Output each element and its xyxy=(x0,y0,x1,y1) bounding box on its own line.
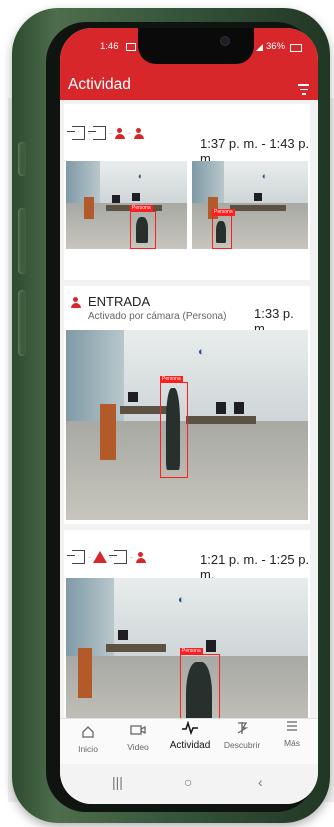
nav-mas[interactable]: Más xyxy=(266,719,318,748)
separator-icon: - xyxy=(88,128,91,138)
bottom-nav: Inicio Video Actividad Descubrir Más xyxy=(60,718,318,765)
home-button[interactable]: ○ xyxy=(184,774,192,790)
event-title: ENTRADA xyxy=(88,294,151,309)
entry-icon xyxy=(109,550,127,564)
page-title: Actividad xyxy=(68,76,131,93)
monitor xyxy=(132,193,140,201)
detection-box: Persona xyxy=(160,376,188,478)
image-notification-icon xyxy=(126,43,136,51)
nav-descubrir[interactable]: Descubrir xyxy=(216,721,268,750)
filter-icon[interactable] xyxy=(298,84,309,98)
person-detection-icon xyxy=(70,296,82,308)
detection-box: Persona xyxy=(130,205,156,249)
activity-feed[interactable]: - - - 1:37 p. m. - 1:43 p. m. ◐ Persona xyxy=(60,100,318,738)
shelf xyxy=(100,404,116,460)
front-camera xyxy=(220,36,230,46)
monitor xyxy=(112,195,120,203)
nav-actividad[interactable]: Actividad xyxy=(164,720,216,751)
entry-icon xyxy=(67,550,85,564)
back-button[interactable]: ‹ xyxy=(258,774,263,790)
desk xyxy=(186,416,256,424)
event-snapshot[interactable]: ◐ Persona xyxy=(66,330,308,520)
battery-percent: 36% xyxy=(266,41,286,52)
event-thumbnail[interactable]: ◐ Persona xyxy=(66,161,187,249)
phone-screen: 1:46 36% Actividad - - - 1:37 p. m. - 1:… xyxy=(60,28,318,804)
wall-logo: ◐ xyxy=(138,171,144,181)
wall-logo: ◐ xyxy=(198,346,205,358)
recent-apps-button[interactable]: ||| xyxy=(112,774,123,790)
detection-box: Persona xyxy=(212,209,235,249)
event-card[interactable]: - - - 1:21 p. m. - 1:25 p. m. ◐ Persona xyxy=(64,530,310,738)
signal-icon xyxy=(256,44,263,51)
system-nav-bar: ||| ○ ‹ xyxy=(60,764,318,804)
event-icons: - - - xyxy=(67,126,145,140)
person-detection-icon xyxy=(135,551,147,563)
monitor xyxy=(234,402,244,414)
event-icons: - - - xyxy=(67,550,147,564)
status-time: 1:46 xyxy=(100,41,119,52)
menu-lines-icon xyxy=(287,721,297,731)
event-card[interactable]: ENTRADA Activado por cámara (Persona) 1:… xyxy=(64,286,310,524)
desk xyxy=(106,644,166,652)
monitor xyxy=(128,392,138,402)
event-card[interactable]: - - - 1:37 p. m. - 1:43 p. m. ◐ Persona xyxy=(64,104,310,280)
event-subtitle: Activado por cámara (Persona) xyxy=(88,311,227,322)
monitor xyxy=(206,640,216,652)
nav-inicio[interactable]: Inicio xyxy=(62,725,114,754)
battery-icon xyxy=(290,44,302,52)
separator-icon: - xyxy=(88,552,91,562)
monitor xyxy=(216,402,226,414)
home-icon xyxy=(82,726,94,738)
event-thumbnail[interactable]: ◐ Persona xyxy=(192,161,308,249)
desk xyxy=(230,205,286,211)
entry-icon xyxy=(67,126,85,140)
separator-icon: - xyxy=(128,128,131,138)
monitor xyxy=(254,193,262,201)
wall-logo: ◐ xyxy=(178,594,185,606)
discover-icon xyxy=(237,722,249,734)
event-snapshot[interactable]: ◐ Persona xyxy=(66,578,308,738)
separator-icon: - xyxy=(109,128,112,138)
person-detection-icon xyxy=(133,127,145,139)
wall-logo: ◐ xyxy=(262,171,268,181)
person-detection-icon xyxy=(114,127,126,139)
separator-icon: - xyxy=(130,552,133,562)
app-bar: 1:46 36% Actividad xyxy=(60,28,318,100)
volume-down-button xyxy=(18,290,26,356)
video-camera-icon xyxy=(130,725,146,735)
monitor xyxy=(118,630,128,640)
separator-icon: - xyxy=(109,552,112,562)
mute-switch xyxy=(18,142,26,176)
warning-icon xyxy=(93,551,107,563)
shelf xyxy=(78,648,92,698)
entry-icon xyxy=(88,126,106,140)
shelf xyxy=(84,197,94,219)
activity-pulse-icon xyxy=(182,720,198,736)
nav-video[interactable]: Video xyxy=(112,723,164,752)
volume-up-button xyxy=(18,208,26,274)
camera-notch xyxy=(138,28,254,64)
